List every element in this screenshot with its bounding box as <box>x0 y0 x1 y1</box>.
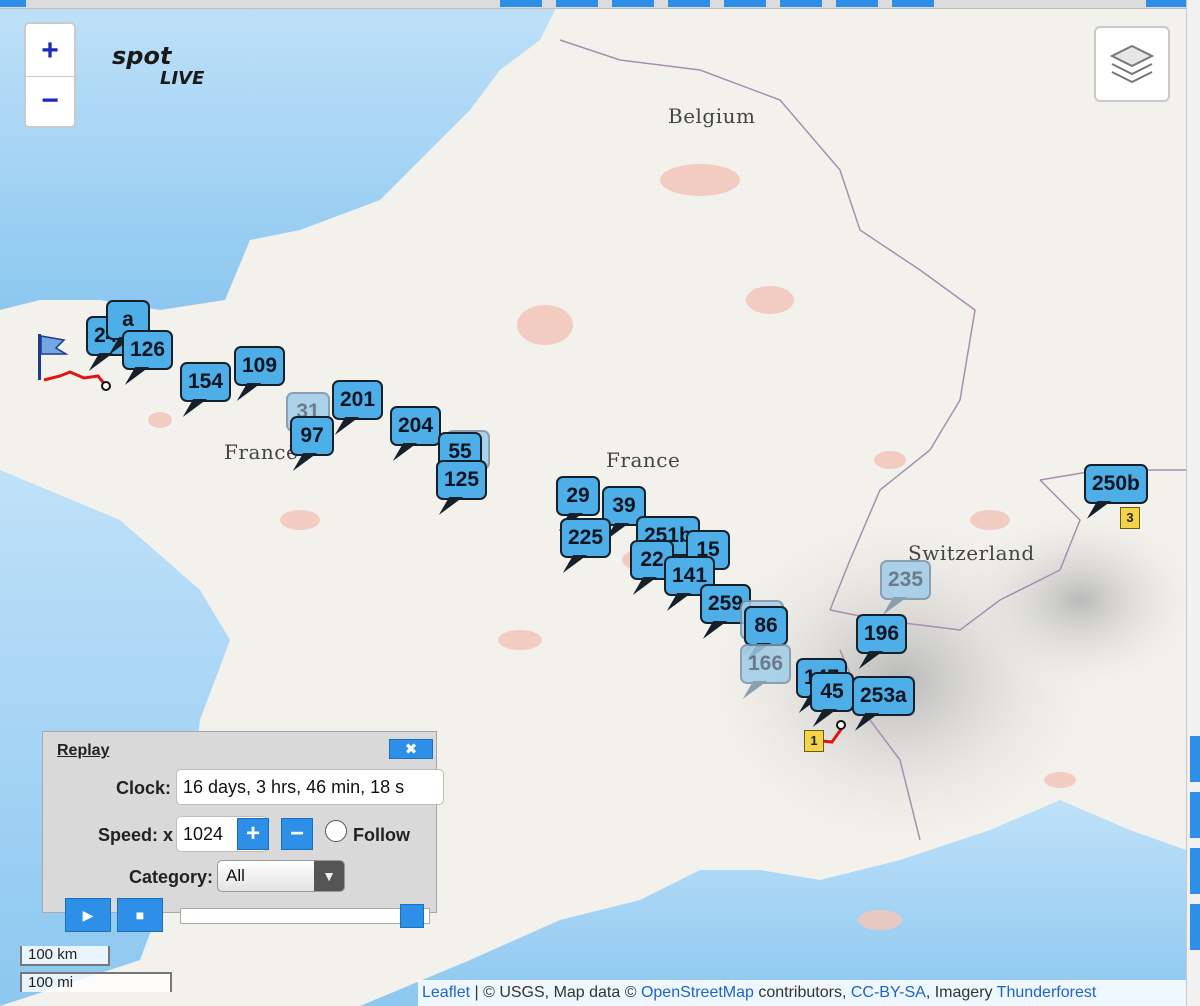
speed-label: Speed: x <box>97 825 173 845</box>
category-select[interactable]: All ▼ <box>217 860 345 892</box>
zoom-control: + − <box>24 22 76 128</box>
track-start-pin[interactable] <box>101 381 111 391</box>
replay-progress-slider[interactable] <box>180 904 430 928</box>
side-tab-4[interactable] <box>1190 904 1200 950</box>
attribution-text-2: contributors, <box>753 984 851 1001</box>
map-attribution: Leaflet | © USGS, Map data © OpenStreetM… <box>418 980 1186 1006</box>
zoom-out-button[interactable]: − <box>26 76 74 126</box>
zoom-in-button[interactable]: + <box>26 26 74 77</box>
thunderforest-link[interactable]: Thunderforest <box>997 984 1097 1001</box>
follow-label: Follow <box>353 825 410 845</box>
tracker-marker[interactable]: 196 <box>856 614 908 654</box>
tracker-marker[interactable]: 97 <box>290 416 334 456</box>
speed-plus-button[interactable]: + <box>237 818 269 850</box>
side-tab-1[interactable] <box>1190 736 1200 782</box>
scale-bar-km: 100 km <box>20 946 110 966</box>
spot-live-logo: spot LIVE <box>108 40 228 89</box>
tracker-marker[interactable]: 86 <box>744 606 788 646</box>
replay-progress-handle[interactable] <box>400 904 424 928</box>
top-toolbar-strip <box>0 0 1200 9</box>
start-flag-icon <box>38 334 69 380</box>
route-badge-1: 1 <box>804 730 824 752</box>
tracker-marker[interactable]: 235 <box>880 560 932 600</box>
route-badge-3: 3 <box>1120 507 1140 529</box>
tracker-marker[interactable]: 29 <box>556 476 600 516</box>
speed-minus-button[interactable]: − <box>281 818 313 850</box>
tracker-marker[interactable]: 201 <box>332 380 384 420</box>
scale-bar-mi: 100 mi <box>20 972 172 992</box>
follow-checkbox[interactable] <box>325 820 347 842</box>
tracker-marker[interactable]: 125 <box>436 460 488 500</box>
category-label: Category: <box>128 867 213 887</box>
license-link[interactable]: CC-BY-SA <box>851 984 926 1001</box>
logo-text-bottom: LIVE <box>160 68 205 88</box>
replay-panel: Replay ✖ Clock: 16 days, 3 hrs, 46 min, … <box>42 731 444 932</box>
stop-button[interactable]: ■ <box>117 898 163 932</box>
category-value: All <box>226 866 245 885</box>
tracker-marker[interactable]: 253a <box>852 676 915 716</box>
osm-link[interactable]: OpenStreetMap <box>641 984 754 1001</box>
tracker-marker[interactable]: 45 <box>810 672 854 712</box>
tracker-marker[interactable]: 250b <box>1084 464 1148 504</box>
play-button[interactable]: ▶ <box>65 898 111 932</box>
replay-close-button[interactable]: ✖ <box>389 739 433 759</box>
tracker-marker[interactable]: 126 <box>122 330 174 370</box>
layers-button[interactable] <box>1094 26 1170 102</box>
attribution-text-1: | © USGS, Map data © <box>470 984 641 1001</box>
tracker-marker[interactable]: 225 <box>560 518 612 558</box>
tracker-marker[interactable]: 166 <box>740 644 792 684</box>
clock-field[interactable]: 16 days, 3 hrs, 46 min, 18 s <box>176 769 444 805</box>
leaflet-link[interactable]: Leaflet <box>422 984 470 1001</box>
attribution-text-3: , Imagery <box>925 984 997 1001</box>
tracker-marker[interactable]: 154 <box>180 362 232 402</box>
tracker-marker[interactable]: 204 <box>390 406 442 446</box>
replay-title: Replay <box>57 742 110 759</box>
track-end-pin[interactable] <box>836 720 846 730</box>
layers-icon <box>1109 44 1155 84</box>
side-tab-3[interactable] <box>1190 848 1200 894</box>
clock-label: Clock: <box>115 778 171 798</box>
chevron-down-icon: ▼ <box>314 861 344 891</box>
logo-text-top: spot <box>112 42 173 70</box>
tracker-marker[interactable]: 109 <box>234 346 286 386</box>
side-tab-2[interactable] <box>1190 792 1200 838</box>
